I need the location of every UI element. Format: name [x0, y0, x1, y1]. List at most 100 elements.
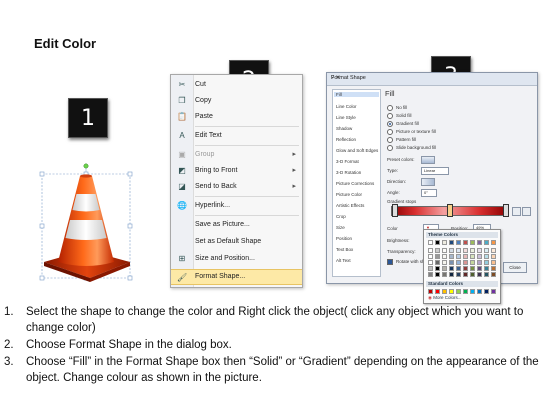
theme-color-swatch[interactable] [428, 272, 433, 277]
theme-color-swatch[interactable] [463, 266, 468, 271]
menu-item-cut[interactable]: ✂ Cut [171, 77, 302, 93]
standard-color-swatch[interactable] [428, 289, 433, 294]
theme-color-swatch[interactable] [456, 248, 461, 253]
type-dropdown[interactable]: Linear [421, 167, 449, 175]
menu-item-bring-to-front[interactable]: ◩ Bring to Front ▸ [171, 163, 302, 179]
theme-color-swatch[interactable] [477, 272, 482, 277]
theme-color-swatch[interactable] [449, 240, 454, 245]
theme-color-swatch[interactable] [470, 248, 475, 253]
theme-color-swatch[interactable] [442, 266, 447, 271]
gradient-stop-handle[interactable] [503, 204, 509, 217]
menu-item-set-default-shape[interactable]: Set as Default Shape [171, 234, 302, 250]
theme-color-swatch[interactable] [435, 272, 440, 277]
theme-color-swatch[interactable] [449, 248, 454, 253]
category-line-color[interactable]: Line Color [336, 104, 357, 109]
category-3d-rotation[interactable]: 3-D Rotation [336, 170, 361, 175]
theme-color-swatch[interactable] [491, 254, 496, 259]
standard-color-swatch[interactable] [442, 289, 447, 294]
theme-color-swatch[interactable] [477, 240, 482, 245]
category-artistic-effects[interactable]: Artistic Effects [336, 203, 364, 208]
gradient-stop-handle-selected[interactable] [447, 204, 453, 217]
theme-color-swatch[interactable] [491, 266, 496, 271]
standard-color-swatch[interactable] [435, 289, 440, 294]
category-picture-corrections[interactable]: Picture Corrections [336, 181, 374, 186]
radio-slide-background-fill[interactable]: Slide background fill [387, 145, 436, 151]
theme-color-swatch[interactable] [449, 272, 454, 277]
theme-color-swatch[interactable] [463, 260, 468, 265]
radio-no-fill[interactable]: No fill [387, 105, 407, 111]
theme-color-swatch[interactable] [470, 254, 475, 259]
category-glow[interactable]: Glow and Soft Edges [336, 148, 378, 153]
menu-item-paste[interactable]: 📋 Paste [171, 109, 302, 125]
theme-color-swatch[interactable] [491, 248, 496, 253]
standard-color-swatch[interactable] [463, 289, 468, 294]
theme-color-swatch[interactable] [435, 266, 440, 271]
menu-item-send-to-back[interactable]: ◪ Send to Back ▸ [171, 179, 302, 195]
close-button[interactable]: Close [503, 262, 527, 273]
direction-button[interactable] [421, 178, 435, 186]
standard-color-swatch[interactable] [484, 289, 489, 294]
theme-color-swatch[interactable] [435, 254, 440, 259]
category-text-box[interactable]: Text Box [336, 247, 353, 252]
theme-color-swatch[interactable] [428, 240, 433, 245]
theme-color-swatch[interactable] [491, 240, 496, 245]
theme-color-swatch[interactable] [456, 240, 461, 245]
radio-pattern-fill[interactable]: Pattern fill [387, 137, 416, 143]
theme-color-swatch[interactable] [477, 248, 482, 253]
menu-item-size-and-position[interactable]: ⊞ Size and Position... [171, 251, 302, 267]
theme-color-swatch[interactable] [428, 254, 433, 259]
theme-color-swatch[interactable] [449, 254, 454, 259]
theme-color-swatch[interactable] [484, 272, 489, 277]
theme-color-swatch[interactable] [428, 266, 433, 271]
theme-color-swatch[interactable] [456, 266, 461, 271]
theme-color-swatch[interactable] [470, 272, 475, 277]
angle-input[interactable]: 0° [421, 189, 437, 197]
theme-color-swatch[interactable] [484, 260, 489, 265]
theme-color-swatch[interactable] [491, 260, 496, 265]
theme-color-swatch[interactable] [435, 240, 440, 245]
gradient-stop-handle[interactable] [392, 204, 398, 217]
category-size[interactable]: Size [336, 225, 345, 230]
standard-color-swatch[interactable] [456, 289, 461, 294]
category-crop[interactable]: Crop [336, 214, 346, 219]
menu-item-edit-text[interactable]: A Edit Text [171, 128, 302, 144]
standard-color-swatch[interactable] [449, 289, 454, 294]
category-picture-color[interactable]: Picture Color [336, 192, 362, 197]
menu-item-group[interactable]: ▣ Group ▸ [171, 147, 302, 163]
theme-color-swatch[interactable] [470, 240, 475, 245]
theme-color-swatch[interactable] [442, 260, 447, 265]
standard-color-swatch[interactable] [491, 289, 496, 294]
dialog-window-buttons[interactable]: ? ✕ [331, 75, 534, 81]
theme-color-swatch[interactable] [428, 260, 433, 265]
theme-color-swatch[interactable] [442, 254, 447, 259]
menu-item-hyperlink[interactable]: 🌐 Hyperlink... [171, 198, 302, 214]
category-fill[interactable]: Fill [334, 92, 379, 97]
theme-color-swatch[interactable] [442, 240, 447, 245]
theme-color-swatch[interactable] [456, 272, 461, 277]
theme-color-swatch[interactable] [442, 248, 447, 253]
theme-color-swatch[interactable] [477, 254, 482, 259]
preset-colors-button[interactable] [421, 156, 435, 164]
standard-color-swatch[interactable] [470, 289, 475, 294]
theme-color-swatch[interactable] [435, 260, 440, 265]
radio-picture-fill[interactable]: Picture or texture fill [387, 129, 436, 135]
theme-color-swatch[interactable] [456, 254, 461, 259]
menu-item-format-shape[interactable]: 🖌 Format Shape... [171, 269, 302, 285]
theme-color-swatch[interactable] [477, 260, 482, 265]
menu-item-copy[interactable]: ❐ Copy [171, 93, 302, 109]
theme-color-swatch[interactable] [442, 272, 447, 277]
theme-color-swatch[interactable] [484, 266, 489, 271]
theme-color-swatch[interactable] [428, 248, 433, 253]
remove-stop-button[interactable] [522, 207, 531, 216]
theme-color-swatch[interactable] [470, 260, 475, 265]
theme-color-swatch[interactable] [477, 266, 482, 271]
radio-gradient-fill[interactable]: Gradient fill [387, 121, 419, 127]
category-reflection[interactable]: Reflection [336, 137, 356, 142]
category-line-style[interactable]: Line Style [336, 115, 356, 120]
theme-color-swatch[interactable] [484, 248, 489, 253]
theme-color-swatch[interactable] [463, 240, 468, 245]
theme-color-swatch[interactable] [449, 260, 454, 265]
theme-color-swatch[interactable] [484, 254, 489, 259]
menu-item-save-as-picture[interactable]: Save as Picture... [171, 217, 302, 233]
category-3d-format[interactable]: 3-D Format [336, 159, 359, 164]
